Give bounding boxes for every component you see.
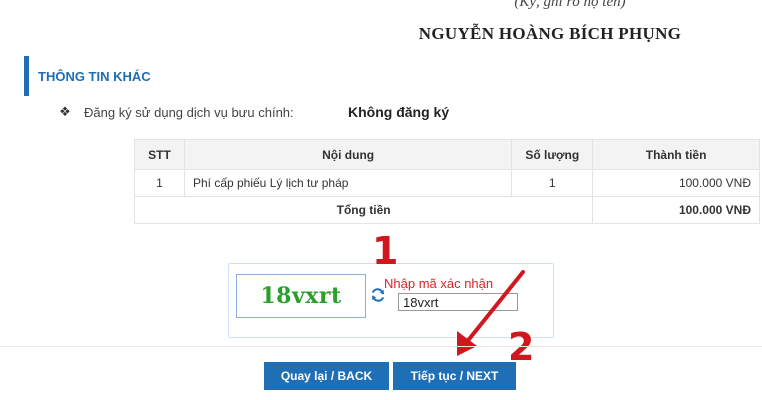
postal-service-value: Không đăng ký [348, 104, 450, 120]
annotation-step-1: 1 [372, 229, 399, 273]
captcha-label: Nhập mã xác nhận [384, 276, 494, 291]
cell-content: Phí cấp phiếu Lý lịch tư pháp [183, 169, 513, 197]
header-content: Nội dung [183, 139, 513, 170]
captcha-image: 18vxrt [236, 274, 366, 318]
postal-service-row: ❖ Đăng ký sử dụng dịch vụ bưu chính: Khô… [58, 104, 449, 120]
total-value: 100.000 VNĐ [592, 196, 760, 224]
header-quantity: Số lượng [511, 139, 594, 170]
header-amount: Thành tiền [592, 139, 760, 170]
postal-service-label: Đăng ký sử dụng dịch vụ bưu chính: [84, 104, 294, 120]
cell-stt: 1 [134, 169, 185, 197]
footer-divider [0, 346, 762, 347]
diamond-bullet-icon: ❖ [59, 104, 71, 119]
signer-name: NGUYỄN HOÀNG BÍCH PHỤNG [418, 24, 682, 43]
annotation-step-2: 2 [508, 325, 535, 369]
signature-caption: (Ký, ghi rõ họ tên) [514, 0, 626, 10]
section-header: THÔNG TIN KHÁC [24, 56, 151, 96]
header-stt: STT [134, 139, 185, 170]
cell-amount: 100.000 VNĐ [592, 169, 760, 197]
next-button[interactable]: Tiếp tục / NEXT [393, 362, 516, 390]
cell-quantity: 1 [511, 169, 594, 197]
captcha-input[interactable] [398, 293, 518, 311]
table-total-row: Tổng tiền 100.000 VNĐ [133, 196, 760, 224]
captcha-box: 18vxrt Nhập mã xác nhận [228, 263, 554, 338]
fees-table: STT Nội dung Số lượng Thành tiền 1 Phí c… [133, 139, 760, 224]
captcha-image-text: 18vxrt [260, 283, 342, 309]
table-row: 1 Phí cấp phiếu Lý lịch tư pháp 1 100.00… [134, 169, 760, 197]
table-header-row: STT Nội dung Số lượng Thành tiền [134, 139, 760, 170]
back-button[interactable]: Quay lại / BACK [264, 362, 389, 390]
total-label: Tổng tiền [133, 196, 594, 224]
section-title: THÔNG TIN KHÁC [38, 68, 151, 84]
